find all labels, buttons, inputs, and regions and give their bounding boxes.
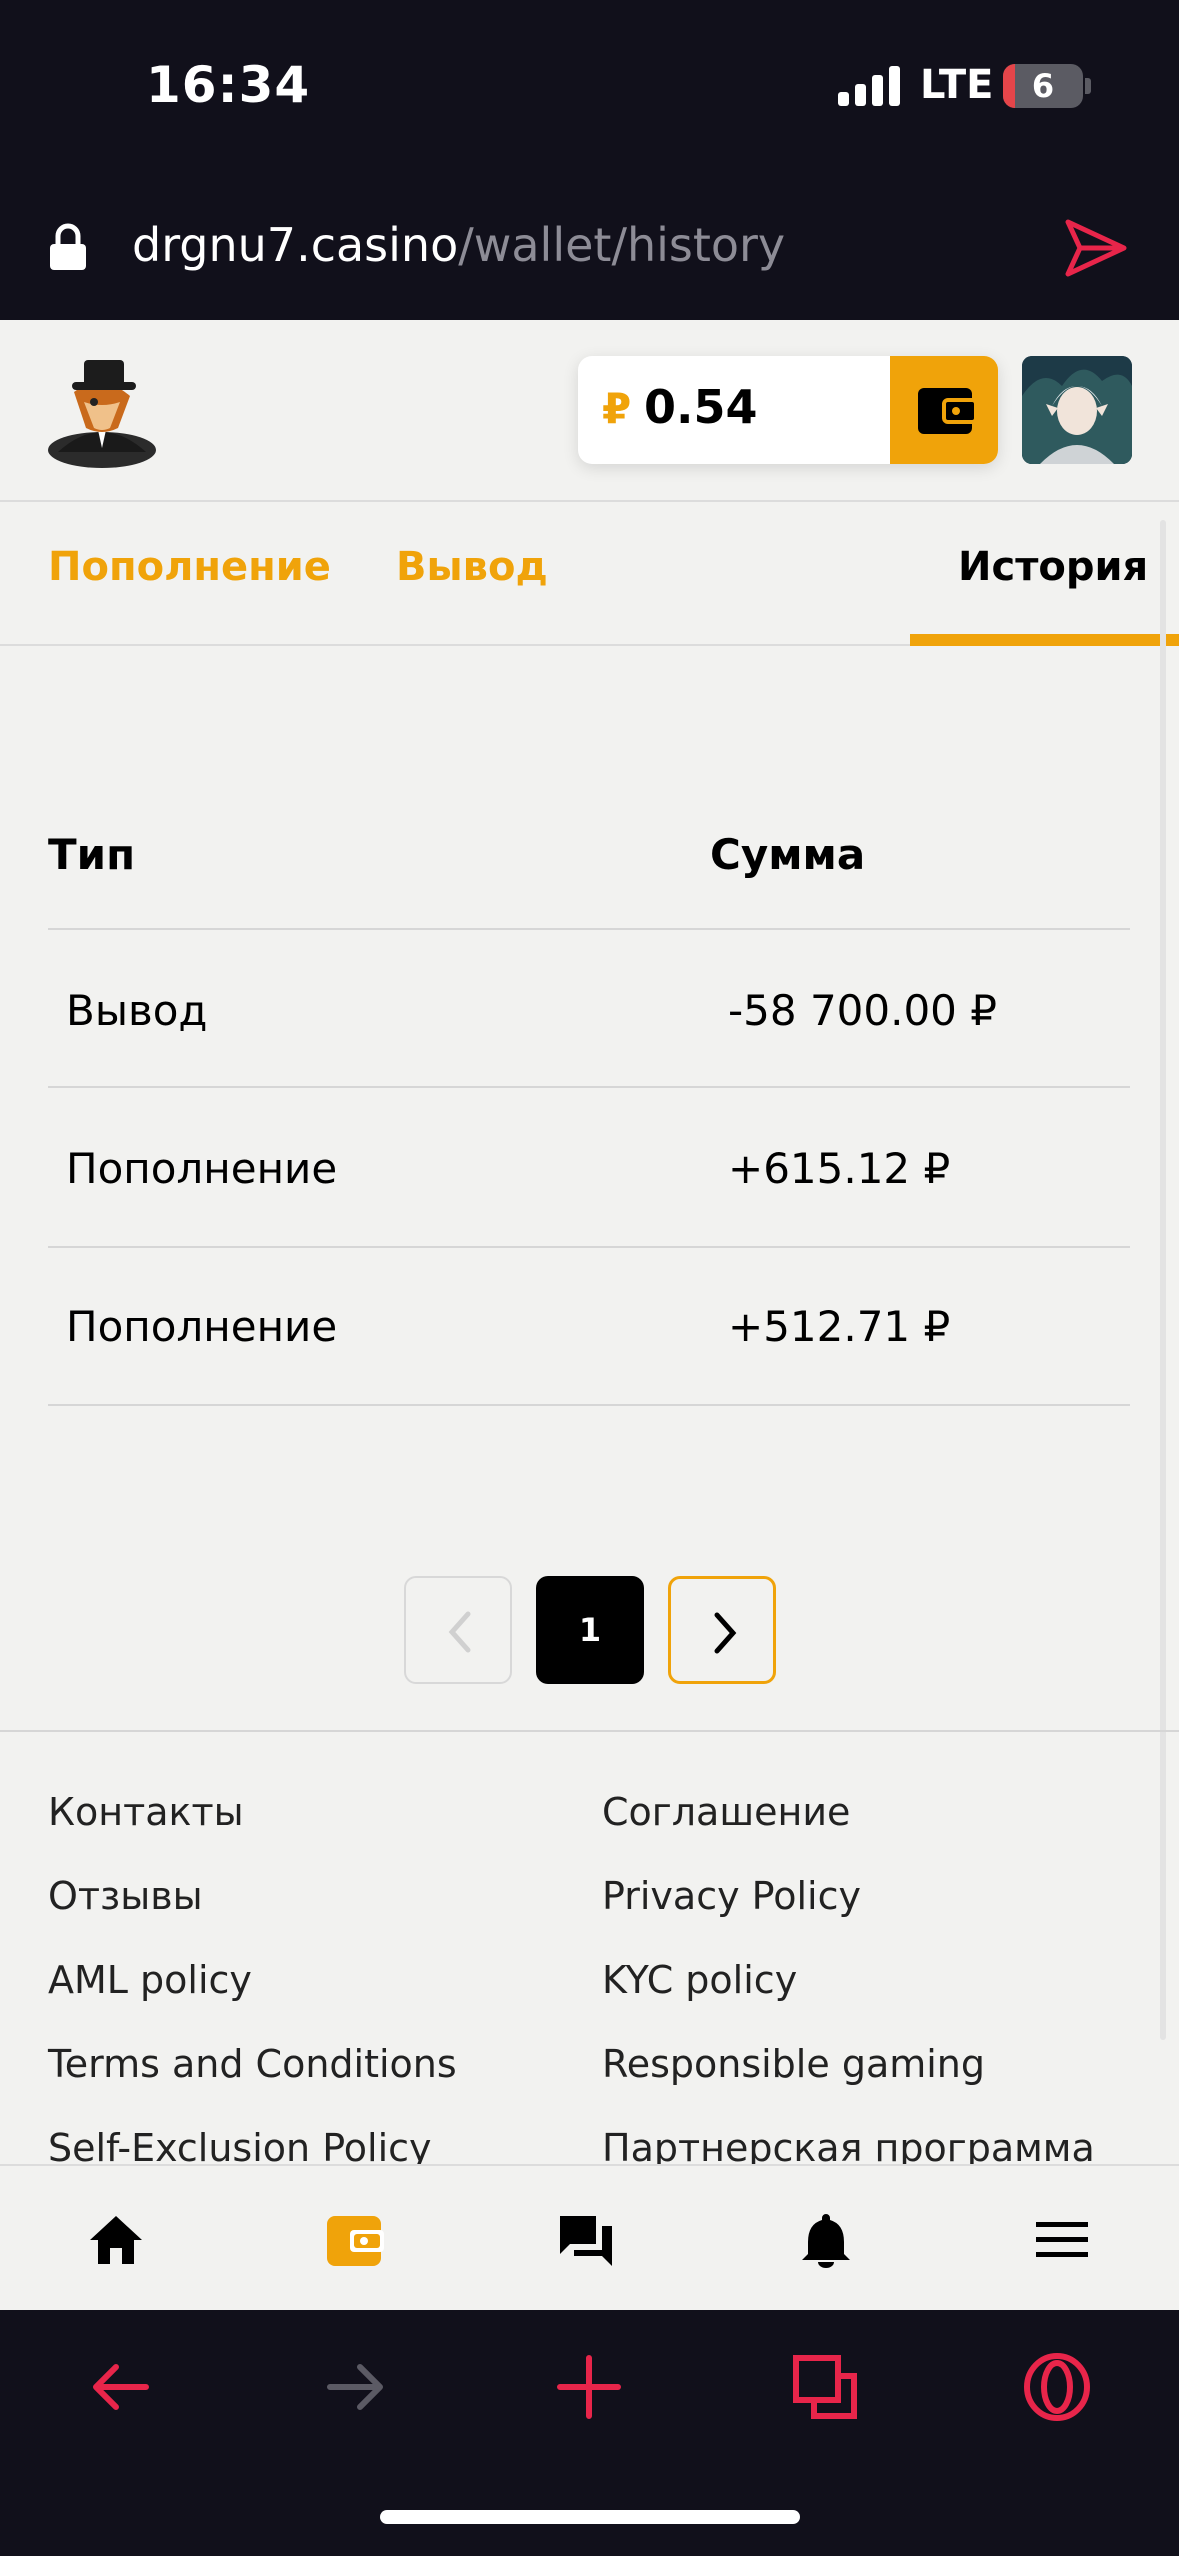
row-3-type: Пополнение: [66, 1302, 338, 1351]
wallet-button[interactable]: [890, 356, 998, 464]
pagination-prev-button[interactable]: [404, 1576, 512, 1684]
row-1-sum: -58 700.00 ₽: [728, 986, 997, 1035]
table-divider: [48, 1246, 1130, 1248]
row-1-type: Вывод: [66, 986, 208, 1035]
balance-widget[interactable]: ₽ 0.54: [578, 356, 998, 464]
url-domain: drgnu7.casino: [132, 218, 459, 272]
column-header-type: Тип: [48, 830, 136, 879]
new-tab-plus-icon[interactable]: [554, 2352, 624, 2422]
home-indicator[interactable]: [380, 2510, 800, 2524]
wallet-icon: [918, 388, 978, 434]
chevron-right-icon: [714, 1612, 737, 1654]
pagination-current-page[interactable]: 1: [536, 1576, 644, 1684]
lock-icon: [50, 223, 86, 270]
footer-link-aml[interactable]: AML policy: [48, 1958, 252, 2002]
user-avatar[interactable]: [1022, 356, 1132, 464]
bell-icon[interactable]: [796, 2210, 856, 2270]
wallet-tabs: Пополнение Вывод История: [0, 502, 1179, 646]
status-time: 16:34: [146, 56, 311, 114]
url-path: /wallet/history: [458, 218, 786, 272]
home-icon[interactable]: [86, 2210, 146, 2270]
back-arrow-icon[interactable]: [86, 2352, 156, 2422]
scrollbar[interactable]: [1160, 520, 1166, 2040]
forward-arrow-icon[interactable]: [320, 2352, 390, 2422]
tab-withdraw[interactable]: Вывод: [396, 544, 548, 590]
menu-icon[interactable]: [1032, 2210, 1092, 2270]
balance-currency: ₽: [602, 384, 632, 433]
table-divider: [48, 1086, 1130, 1088]
browser-chrome-top: 16:34 LTE 6 drgnu7.casino/wallet/history: [0, 0, 1179, 320]
footer-link-responsible-gaming[interactable]: Responsible gaming: [602, 2042, 985, 2086]
chevron-left-icon: [448, 1611, 471, 1653]
balance-amount: 0.54: [644, 380, 758, 434]
column-header-sum: Сумма: [710, 830, 866, 879]
bottom-navigation: [0, 2164, 1179, 2312]
opera-icon[interactable]: [1022, 2352, 1092, 2422]
address-bar[interactable]: drgnu7.casino/wallet/history: [132, 218, 785, 272]
battery-level: 6: [1031, 67, 1055, 105]
send-icon[interactable]: [1064, 218, 1128, 278]
tab-deposit[interactable]: Пополнение: [48, 544, 331, 590]
footer-divider: [0, 1730, 1179, 1732]
chat-icon[interactable]: [556, 2210, 616, 2270]
active-tab-indicator: [910, 634, 1179, 646]
tabs-icon[interactable]: [790, 2352, 860, 2422]
pagination-next-button[interactable]: [668, 1576, 776, 1684]
tab-history[interactable]: История: [958, 544, 1148, 590]
footer-link-privacy[interactable]: Privacy Policy: [602, 1874, 861, 1918]
row-3-sum: +512.71 ₽: [728, 1302, 951, 1351]
footer-link-reviews[interactable]: Отзывы: [48, 1874, 203, 1918]
table-divider: [48, 1404, 1130, 1406]
site-header: ₽ 0.54: [0, 320, 1179, 502]
battery-icon: 6: [1003, 64, 1083, 108]
row-2-type: Пополнение: [66, 1144, 338, 1193]
footer-link-agreement[interactable]: Соглашение: [602, 1790, 850, 1834]
footer-link-contacts[interactable]: Контакты: [48, 1790, 244, 1834]
wallet-icon[interactable]: [324, 2210, 384, 2270]
footer-link-terms[interactable]: Terms and Conditions: [48, 2042, 457, 2086]
signal-icon: [838, 66, 900, 106]
table-divider: [48, 928, 1130, 930]
site-logo[interactable]: [44, 352, 160, 468]
battery-tip: [1085, 78, 1091, 94]
footer-link-kyc[interactable]: KYC policy: [602, 1958, 797, 2002]
network-label: LTE: [920, 62, 994, 108]
row-2-sum: +615.12 ₽: [728, 1144, 951, 1193]
